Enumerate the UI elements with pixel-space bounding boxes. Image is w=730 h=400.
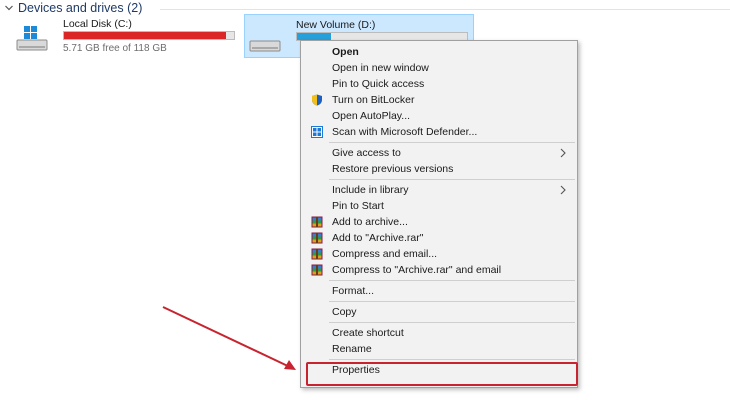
- menu-separator: [329, 301, 575, 302]
- menu-item-create-shortcut[interactable]: Create shortcut: [301, 325, 577, 341]
- menu-item-pin-start[interactable]: Pin to Start: [301, 198, 577, 214]
- winrar-icon: [311, 248, 323, 260]
- menu-item-label: Rename: [332, 343, 372, 355]
- menu-item-open-new-window[interactable]: Open in new window: [301, 60, 577, 76]
- menu-item-open[interactable]: Open: [301, 44, 577, 60]
- section-divider: [160, 9, 730, 10]
- menu-item-label: Pin to Start: [332, 200, 384, 212]
- defender-icon: [311, 126, 323, 138]
- menu-item-include-library[interactable]: Include in library: [301, 182, 577, 198]
- menu-item-autoplay[interactable]: Open AutoPlay...: [301, 108, 577, 124]
- properties-highlight-box: [306, 362, 578, 386]
- drive-c[interactable]: Local Disk (C:) 5.71 GB free of 118 GB: [8, 14, 240, 58]
- menu-item-label: Scan with Microsoft Defender...: [332, 126, 478, 138]
- menu-item-add-archive-rar[interactable]: Add to "Archive.rar": [301, 230, 577, 246]
- drive-c-name: Local Disk (C:): [63, 18, 132, 30]
- menu-item-label: Pin to Quick access: [332, 78, 425, 90]
- drive-d-name: New Volume (D:): [296, 19, 376, 31]
- menu-item-label: Compress to "Archive.rar" and email: [332, 264, 502, 276]
- menu-separator: [329, 179, 575, 180]
- menu-item-rename[interactable]: Rename: [301, 341, 577, 357]
- menu-item-label: Include in library: [332, 184, 409, 196]
- menu-separator: [329, 322, 575, 323]
- menu-separator: [329, 142, 575, 143]
- windows-drive-icon: [16, 26, 48, 51]
- menu-item-add-archive[interactable]: Add to archive...: [301, 214, 577, 230]
- menu-item-label: Open AutoPlay...: [332, 110, 411, 122]
- menu-item-restore-versions[interactable]: Restore previous versions: [301, 161, 577, 177]
- drive-icon: [249, 40, 281, 52]
- menu-item-compress-rar-email[interactable]: Compress to "Archive.rar" and email: [301, 262, 577, 278]
- menu-item-label: Copy: [332, 306, 357, 318]
- menu-item-copy[interactable]: Copy: [301, 304, 577, 320]
- menu-item-label: Restore previous versions: [332, 163, 454, 175]
- chevron-right-icon: [560, 148, 566, 158]
- menu-item-label: Create shortcut: [332, 327, 404, 339]
- menu-item-label: Open in new window: [332, 62, 429, 74]
- context-menu: Open Open in new window Pin to Quick acc…: [300, 40, 578, 388]
- winrar-icon: [311, 264, 323, 276]
- menu-item-bitlocker[interactable]: Turn on BitLocker: [301, 92, 577, 108]
- chevron-down-icon: [5, 5, 13, 11]
- drive-d-usage-fill: [297, 33, 331, 40]
- menu-item-label: Give access to: [332, 147, 401, 159]
- chevron-right-icon: [560, 185, 566, 195]
- menu-item-label: Compress and email...: [332, 248, 438, 260]
- menu-separator: [329, 359, 575, 360]
- menu-item-label: Open: [332, 46, 359, 58]
- menu-item-label: Add to "Archive.rar": [332, 232, 424, 244]
- section-title: Devices and drives (2): [18, 1, 143, 15]
- menu-item-label: Turn on BitLocker: [332, 94, 415, 106]
- menu-item-defender[interactable]: Scan with Microsoft Defender...: [301, 124, 577, 140]
- drive-c-usage-bar: [63, 31, 235, 40]
- winrar-icon: [311, 232, 323, 244]
- shield-icon: [312, 94, 322, 106]
- menu-item-give-access[interactable]: Give access to: [301, 145, 577, 161]
- drive-c-usage-fill: [64, 32, 226, 39]
- menu-item-compress-email[interactable]: Compress and email...: [301, 246, 577, 262]
- menu-item-label: Format...: [332, 285, 375, 297]
- menu-item-label: Add to archive...: [332, 216, 408, 228]
- winrar-icon: [311, 216, 323, 228]
- menu-separator: [329, 280, 575, 281]
- menu-item-format[interactable]: Format...: [301, 283, 577, 299]
- menu-item-pin-quick-access[interactable]: Pin to Quick access: [301, 76, 577, 92]
- drive-c-free-space: 5.71 GB free of 118 GB: [63, 43, 167, 54]
